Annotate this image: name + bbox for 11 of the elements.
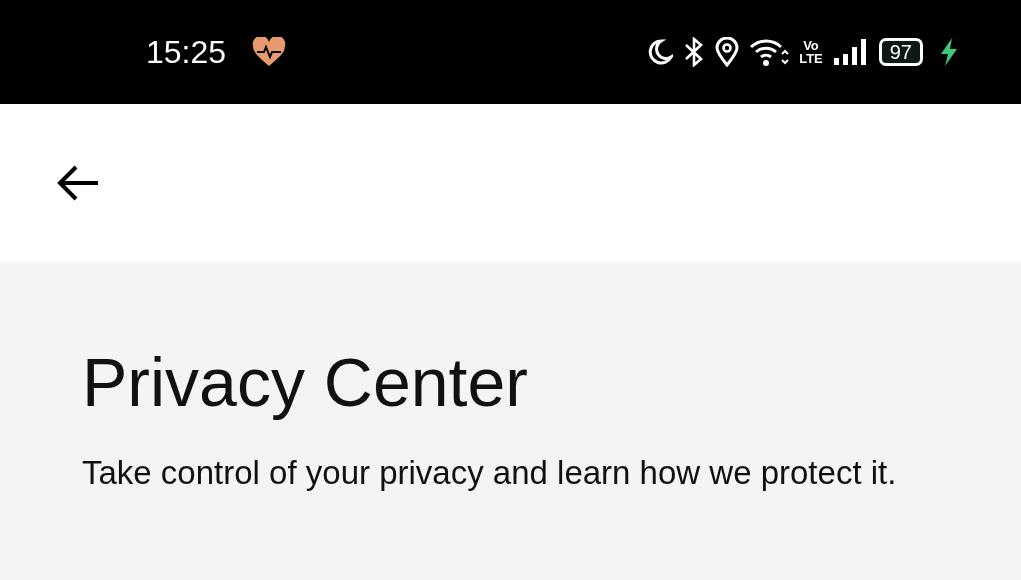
page-description: Take control of your privacy and learn how we protect it. <box>82 453 898 493</box>
network-label: Vo <box>803 39 819 52</box>
heart-rate-icon <box>252 37 287 67</box>
moon-icon <box>647 38 674 66</box>
location-icon <box>715 37 740 67</box>
wifi-icon <box>749 37 790 67</box>
status-time: 15:25 <box>146 33 227 71</box>
battery-indicator: 97 <box>878 38 923 66</box>
network-label: LTE <box>799 52 823 65</box>
signal-icon <box>832 38 869 66</box>
page-title: Privacy Center <box>82 343 529 422</box>
